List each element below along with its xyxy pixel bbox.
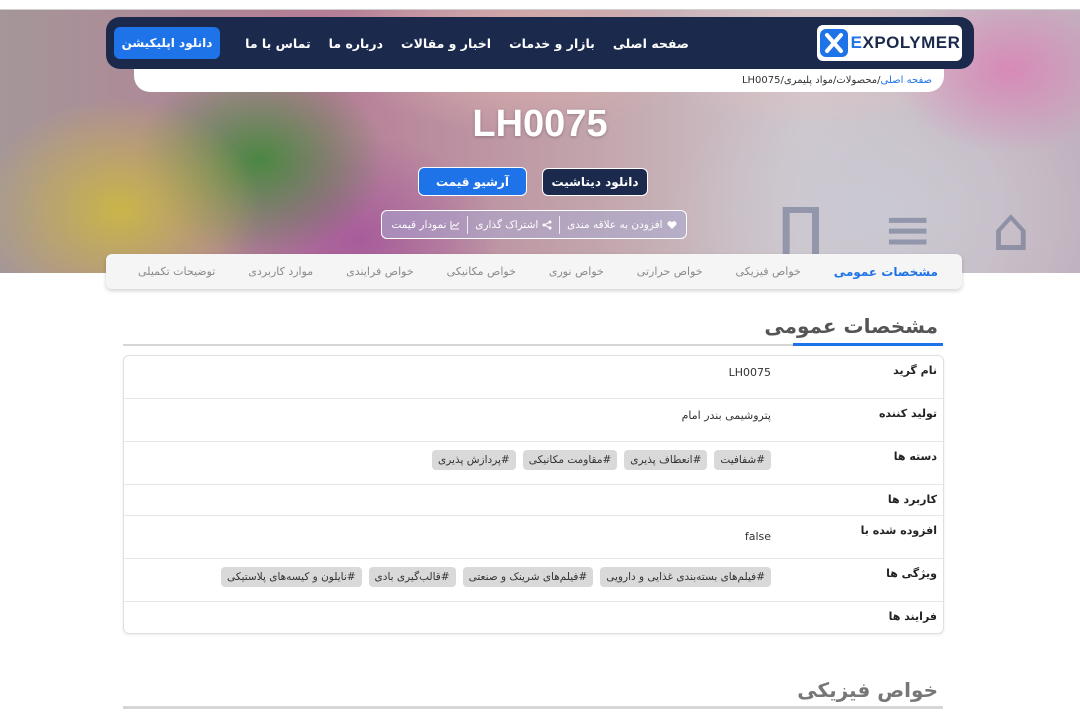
row-label-added-by: افزوده شده با [860, 524, 937, 537]
tab-applications[interactable]: موارد کاربردی [248, 265, 313, 278]
tab-extra-notes[interactable]: توضیحات تکمیلی [138, 265, 215, 278]
price-archive-button[interactable]: آرشیو قیمت [418, 167, 527, 196]
section-title-general: مشخصات عمومی [764, 314, 938, 338]
price-chart-action[interactable]: نمودار قیمت [391, 219, 460, 231]
logo-wordmark: EXPOLYMER [850, 33, 961, 52]
tab-mechanical[interactable]: خواص مکانیکی [447, 265, 516, 278]
product-title: LH0075 [472, 103, 608, 145]
tag-chip[interactable]: #فیلم‌های بسته‌بندی غذایی و دارویی [600, 567, 771, 587]
breadcrumb-path: /محصولات/مواد پلیمری/LH0075 [741, 74, 881, 86]
tab-thermal[interactable]: خواص حرارتی [637, 265, 703, 278]
row-label-producer: تولید کننده [878, 407, 937, 420]
spec-tabs: مشخصات عمومی خواص فیزیکی خواص حرارتی خوا… [106, 254, 962, 289]
tag-chip[interactable]: #نایلون و کیسه‌های پلاستیکی [221, 567, 362, 587]
producer-value: پتروشیمی بندر امام [681, 409, 771, 422]
share-label: اشتراک گذاری [475, 218, 539, 231]
share-action[interactable]: اشتراک گذاری [475, 219, 552, 231]
row-label-categories: دسته ها [893, 450, 937, 463]
grade-value: LH0075 [728, 366, 771, 379]
row-label-grade: نام گرید [893, 364, 937, 377]
action-divider [559, 215, 561, 234]
table-row: ویژگی ها #فیلم‌های بسته‌بندی غذایی و دار… [124, 559, 943, 602]
favorite-label: افزودن به علاقه مندی [567, 218, 663, 231]
row-label-processes: فرایند ها [888, 610, 937, 623]
download-app-button[interactable]: دانلود اپلیکیشن [114, 27, 220, 59]
share-icon [542, 220, 552, 229]
table-row: افزوده شده با false [124, 516, 943, 559]
product-actions-bar: افزودن به علاقه مندی اشتراک گذاری نمودار… [381, 210, 687, 239]
download-datasheet-button[interactable]: دانلود دیتاشیت [542, 168, 648, 196]
tag-chip[interactable]: #فیلم‌های شرینک و صنعتی [462, 567, 594, 587]
row-label-features: ویژگی ها [886, 567, 937, 580]
line-chart-icon [450, 220, 460, 229]
section-accent-underline [793, 343, 943, 346]
general-specs-table: نام گرید LH0075 تولید کننده پتروشیمی بند… [123, 355, 944, 634]
breadcrumb-home-link[interactable]: صفحه اصلی [881, 75, 932, 86]
chart-label: نمودار قیمت [391, 218, 447, 231]
nav-about[interactable]: درباره ما [329, 36, 383, 51]
nav-contact[interactable]: تماس با ما [245, 36, 311, 51]
nav-news-articles[interactable]: اخبار و مقالات [401, 36, 491, 51]
breadcrumb: صفحه اصلی /محصولات/مواد پلیمری/LH0075 [134, 68, 944, 92]
main-nav: صفحه اصلی بازار و خدمات اخبار و مقالات د… [245, 17, 689, 69]
tag-chip[interactable]: #انعطاف پذیری [624, 450, 708, 470]
action-divider [467, 215, 469, 234]
site-logo[interactable]: EXPOLYMER [817, 25, 962, 61]
table-row: فرایند ها [124, 602, 943, 633]
tag-chip[interactable]: #شفافیت [714, 450, 771, 470]
tag-chip[interactable]: #مقاومت مکانیکی [522, 450, 618, 470]
tab-process[interactable]: خواص فرایندی [346, 265, 413, 278]
section-title-physical: خواص فیزیکی [797, 678, 938, 702]
tab-optical[interactable]: خواص نوری [549, 265, 604, 278]
nav-market-services[interactable]: بازار و خدمات [509, 36, 595, 51]
add-to-favorites-action[interactable]: افزودن به علاقه مندی [567, 218, 677, 231]
tab-general[interactable]: مشخصات عمومی [834, 265, 938, 279]
tag-chip[interactable]: #پردازش پذیری [432, 450, 516, 470]
section-divider [123, 706, 943, 709]
nav-home[interactable]: صفحه اصلی [613, 36, 689, 51]
table-row: کاربرد ها [124, 485, 943, 516]
tag-chip[interactable]: #قالب‌گیری بادی [368, 567, 456, 587]
table-row: دسته ها #شفافیت #انعطاف پذیری #مقاومت مک… [124, 442, 943, 485]
row-label-applications: کاربرد ها [887, 493, 937, 506]
table-row: تولید کننده پتروشیمی بندر امام [124, 399, 943, 442]
added-by-value: false [744, 530, 771, 543]
browser-top-edge [0, 0, 1080, 10]
tab-physical[interactable]: خواص فیزیکی [736, 265, 801, 278]
category-tags: #شفافیت #انعطاف پذیری #مقاومت مکانیکی #پ… [432, 450, 771, 470]
logo-x-icon [819, 28, 849, 58]
heart-icon [667, 220, 677, 229]
feature-tags: #فیلم‌های بسته‌بندی غذایی و دارویی #فیلم… [221, 567, 771, 587]
site-header: EXPOLYMER صفحه اصلی بازار و خدمات اخبار … [106, 17, 974, 69]
table-row: نام گرید LH0075 [124, 356, 943, 399]
